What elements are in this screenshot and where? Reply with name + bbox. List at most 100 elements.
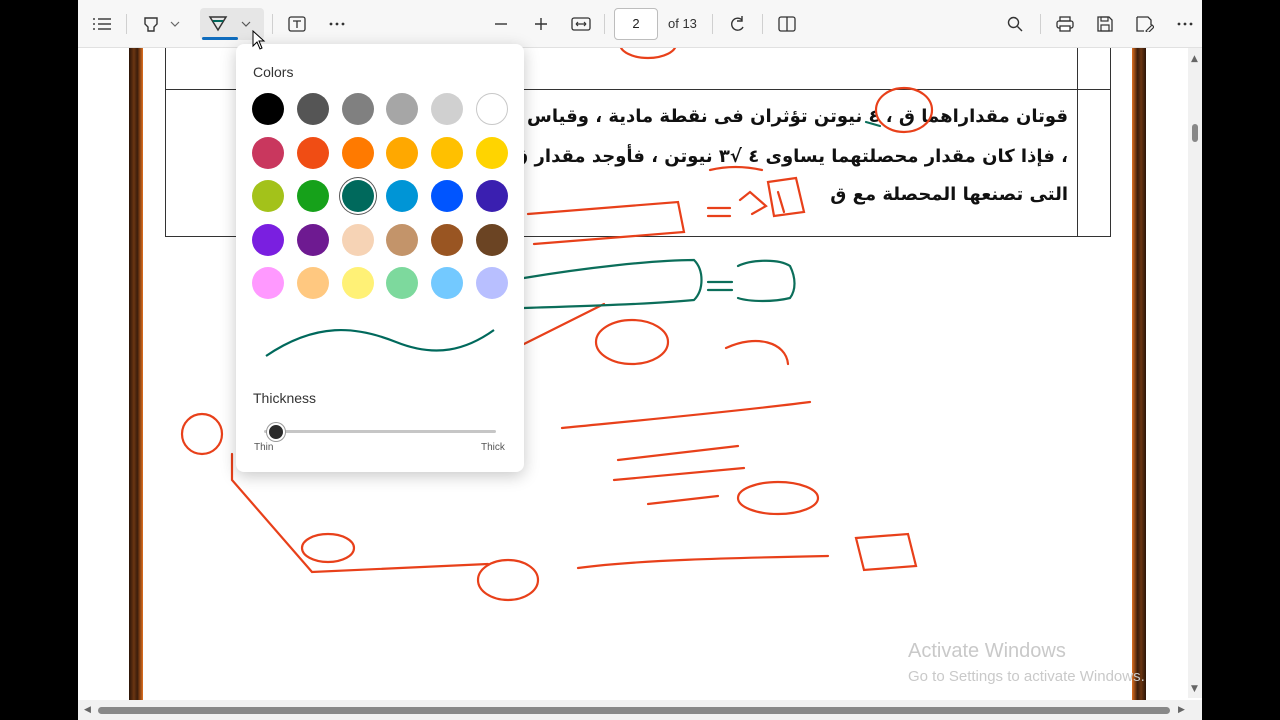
highlight-options-chevron-icon[interactable]: [166, 10, 184, 38]
color-swatch[interactable]: [341, 180, 374, 212]
toolbar-divider: [272, 14, 273, 34]
annotation-circle-6: [476, 558, 540, 602]
color-swatch[interactable]: [476, 267, 508, 299]
zoom-in-icon[interactable]: [528, 10, 554, 38]
toolbar: 2 of 13: [78, 0, 1202, 48]
color-swatch[interactable]: [476, 180, 508, 212]
color-swatch[interactable]: [341, 93, 374, 125]
color-swatch[interactable]: [296, 93, 329, 125]
color-swatch[interactable]: [386, 223, 419, 256]
color-swatch[interactable]: [252, 267, 284, 299]
thickness-slider-thumb[interactable]: [266, 423, 285, 441]
stroke-preview: [265, 329, 495, 357]
annotation-eq-line-2: [616, 444, 740, 462]
color-swatch[interactable]: [341, 136, 374, 169]
scroll-right-arrow-icon[interactable]: ▶: [1178, 705, 1185, 715]
annotation-box-1: [766, 176, 806, 218]
annotation-circle-2: [594, 318, 670, 366]
color-swatch[interactable]: [386, 136, 419, 169]
toolbar-divider: [762, 14, 763, 34]
color-swatch[interactable]: [252, 180, 284, 212]
draw-color-popup: Colors Thickness Thin Thick: [236, 44, 524, 472]
page-number-input[interactable]: 2: [614, 8, 658, 40]
color-swatch[interactable]: [386, 93, 419, 125]
thick-label: Thick: [481, 442, 505, 453]
color-swatch[interactable]: [431, 180, 464, 212]
settings-more-icon[interactable]: [1172, 10, 1198, 38]
annotation-eq-line-1: [560, 400, 812, 430]
thickness-heading: Thickness: [253, 390, 317, 406]
zoom-out-icon[interactable]: [488, 10, 514, 38]
annotation-one: [776, 190, 786, 214]
color-swatch[interactable]: [296, 136, 329, 169]
page-view-icon[interactable]: [774, 10, 800, 38]
color-swatch[interactable]: [386, 180, 419, 212]
toolbar-divider: [126, 14, 127, 34]
fit-width-icon[interactable]: [568, 10, 594, 38]
color-swatch[interactable]: [386, 267, 419, 299]
annotation-green-bracket: [522, 258, 703, 310]
rotate-icon[interactable]: [724, 10, 750, 38]
annotation-eq-line-3: [612, 466, 746, 482]
annotation-green-equals: [706, 280, 734, 292]
color-swatch[interactable]: [341, 267, 374, 299]
save-icon[interactable]: [1092, 10, 1118, 38]
app-window: قوتان مقداراهما ق ، ٤ نيوتن تؤثران فى نق…: [0, 0, 1280, 720]
color-swatch[interactable]: [341, 223, 374, 256]
toolbar-divider: [712, 14, 713, 34]
thickness-slider-track[interactable]: [264, 430, 496, 433]
draw-icon[interactable]: [204, 10, 232, 38]
activate-windows-subtitle: Go to Settings to activate Windows.: [908, 668, 1145, 685]
highlight-icon[interactable]: [138, 10, 164, 38]
toolbar-divider: [1040, 14, 1041, 34]
page-total-label: of 13: [668, 16, 697, 31]
color-swatch[interactable]: [476, 136, 508, 169]
color-swatch[interactable]: [252, 223, 284, 256]
annotation-arrow-2: [724, 340, 790, 366]
scroll-up-arrow-icon[interactable]: ▲: [1191, 54, 1198, 64]
annotation-circle-4: [180, 412, 224, 456]
annotation-equals-1: [706, 206, 732, 218]
scroll-left-arrow-icon[interactable]: ◀: [84, 705, 91, 715]
annotation-two-1: [738, 190, 768, 216]
annotation-circle-1: [874, 86, 934, 134]
print-icon[interactable]: [1052, 10, 1078, 38]
color-swatch[interactable]: [431, 267, 464, 299]
activate-windows-title: Activate Windows: [908, 640, 1066, 662]
text-box-icon[interactable]: [284, 10, 310, 38]
color-swatch[interactable]: [431, 136, 464, 169]
toolbar-divider: [604, 14, 605, 34]
color-swatch[interactable]: [296, 180, 329, 212]
horizontal-scrollbar[interactable]: ◀ ▶: [78, 700, 1202, 720]
mouse-cursor-icon: [252, 30, 266, 50]
annotation-box-2: [854, 532, 918, 572]
annotation-circle-3: [736, 480, 820, 516]
color-swatch[interactable]: [431, 93, 464, 125]
annotation-circle-5: [300, 532, 356, 564]
annotation-green-mark: [864, 120, 882, 128]
annotation-text-line: [576, 554, 830, 570]
annotation-arrow-1: [522, 302, 606, 346]
color-swatch[interactable]: [252, 93, 284, 125]
right-letterbox: [1202, 0, 1280, 720]
color-swatch[interactable]: [476, 223, 508, 256]
thin-label: Thin: [254, 442, 274, 453]
vertical-scrollbar[interactable]: ▲ ▼: [1188, 48, 1202, 698]
horizontal-scroll-thumb[interactable]: [98, 707, 1170, 714]
annotation-underline: [708, 165, 764, 172]
vertical-scroll-thumb[interactable]: [1192, 124, 1198, 142]
more-options-icon[interactable]: [324, 10, 350, 38]
annotation-green-term: [736, 259, 796, 303]
color-swatch[interactable]: [431, 223, 464, 256]
color-swatch[interactable]: [476, 93, 508, 125]
annotation-bracket-1: [526, 200, 686, 246]
search-icon[interactable]: [1002, 10, 1028, 38]
contents-icon[interactable]: [90, 10, 114, 38]
scroll-down-arrow-icon[interactable]: ▼: [1191, 684, 1198, 694]
annotation-eq-line-4: [646, 494, 720, 506]
save-as-icon[interactable]: [1132, 10, 1158, 38]
colors-heading: Colors: [253, 64, 294, 80]
color-swatch[interactable]: [296, 223, 329, 256]
color-swatch[interactable]: [296, 267, 329, 299]
color-swatch[interactable]: [252, 136, 284, 169]
